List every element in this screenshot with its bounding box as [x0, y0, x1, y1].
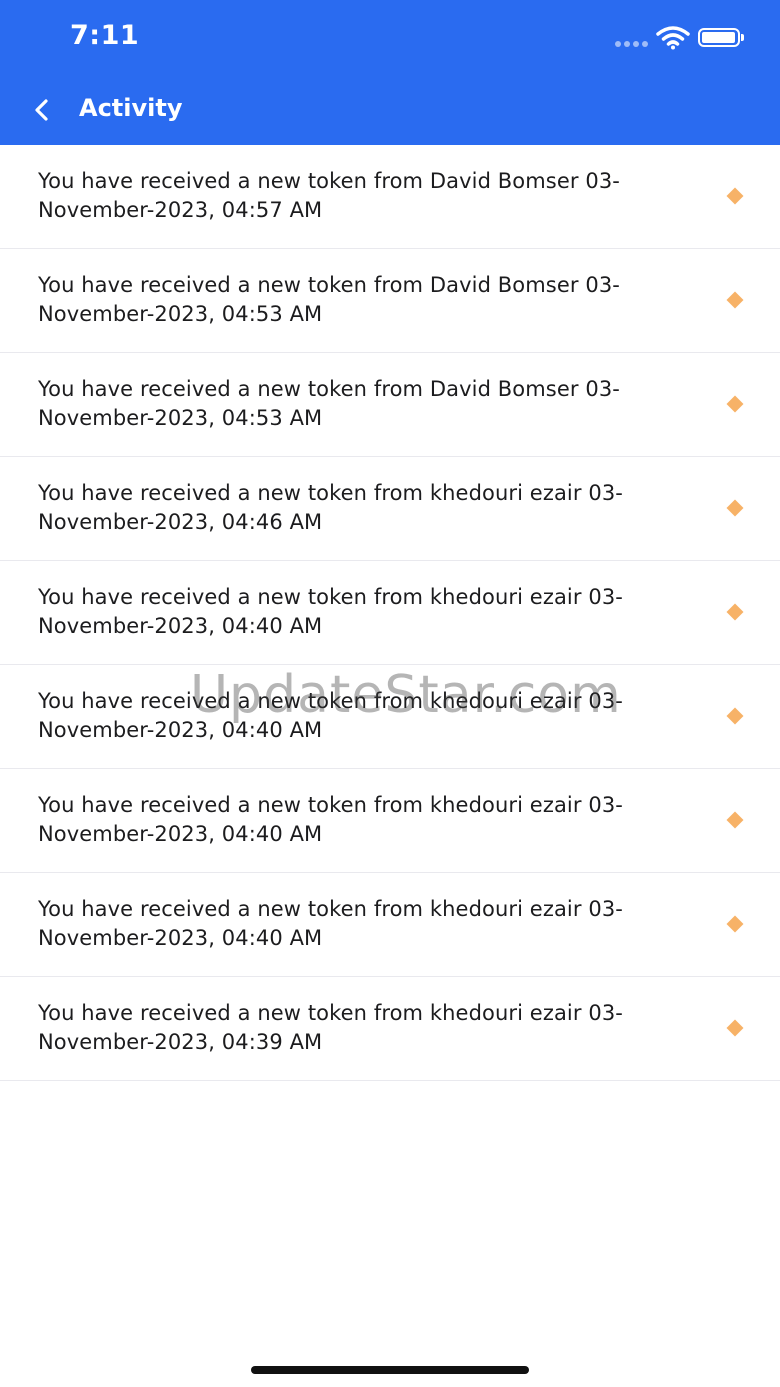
- activity-item-text: You have received a new token from David…: [38, 377, 620, 430]
- activity-item-text: You have received a new token from khedo…: [38, 1001, 623, 1054]
- activity-item-text: You have received a new token from khedo…: [38, 481, 623, 534]
- cellular-signal-icon: [615, 41, 648, 47]
- diamond-icon: [726, 499, 744, 517]
- activity-item[interactable]: You have received a new token from khedo…: [0, 665, 780, 769]
- activity-list: You have received a new token from David…: [0, 145, 780, 1081]
- activity-item-text: You have received a new token from khedo…: [38, 689, 623, 742]
- activity-item-text: You have received a new token from khedo…: [38, 793, 623, 846]
- activity-item-text: You have received a new token from khedo…: [38, 897, 623, 950]
- activity-item[interactable]: You have received a new token from David…: [0, 145, 780, 249]
- activity-item[interactable]: You have received a new token from khedo…: [0, 977, 780, 1081]
- diamond-icon: [726, 1019, 744, 1037]
- diamond-icon: [726, 811, 744, 829]
- activity-item[interactable]: You have received a new token from khedo…: [0, 561, 780, 665]
- status-time: 7:11: [70, 20, 140, 51]
- activity-item-text: You have received a new token from khedo…: [38, 585, 623, 638]
- diamond-icon: [726, 707, 744, 725]
- activity-item[interactable]: You have received a new token from khedo…: [0, 457, 780, 561]
- diamond-icon: [726, 603, 744, 621]
- diamond-icon: [726, 187, 744, 205]
- activity-item[interactable]: You have received a new token from David…: [0, 353, 780, 457]
- diamond-icon: [726, 395, 744, 413]
- activity-item[interactable]: You have received a new token from khedo…: [0, 769, 780, 873]
- home-indicator[interactable]: [251, 1366, 529, 1374]
- activity-item-text: You have received a new token from David…: [38, 273, 620, 326]
- diamond-icon: [726, 291, 744, 309]
- activity-item[interactable]: You have received a new token from khedo…: [0, 873, 780, 977]
- diamond-icon: [726, 915, 744, 933]
- chevron-left-icon: [35, 99, 48, 121]
- battery-icon: [698, 28, 744, 47]
- back-button[interactable]: [24, 92, 60, 128]
- wifi-icon: [656, 26, 690, 50]
- page-title: Activity: [79, 94, 183, 122]
- header-bar: 7:11 Activity: [0, 0, 780, 145]
- activity-item-text: You have received a new token from David…: [38, 169, 620, 222]
- activity-item[interactable]: You have received a new token from David…: [0, 249, 780, 353]
